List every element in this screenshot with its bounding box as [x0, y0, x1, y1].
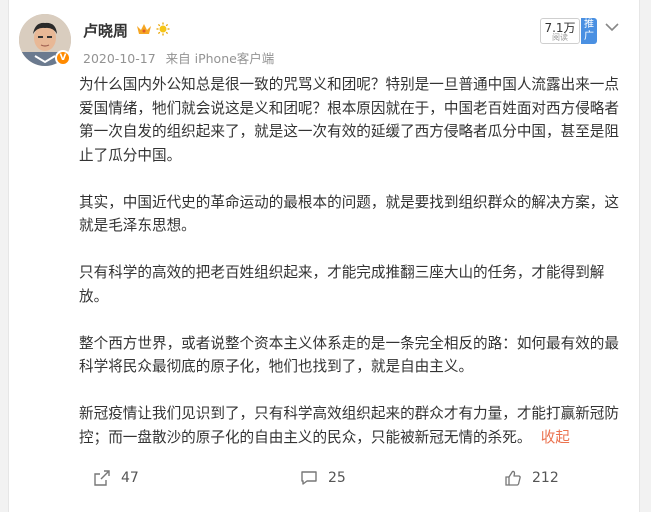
collapse-link[interactable]: 收起 — [541, 429, 570, 446]
repost-button[interactable]: 47 — [93, 466, 139, 490]
verified-badge-icon: V — [55, 50, 71, 66]
username[interactable]: 卢晓周 — [83, 20, 128, 41]
post-body: 为什么国内外公知总是很一致的咒骂义和团呢？特别是一旦普通中国人流露出来一点爱国情… — [79, 73, 629, 449]
sun-badge-icon[interactable] — [156, 22, 170, 36]
post-meta: 2020-10-17 来自 iPhone客户端 — [83, 48, 280, 67]
comment-count: 25 — [328, 470, 346, 486]
repost-icon — [94, 470, 110, 486]
crown-icon[interactable] — [136, 22, 152, 36]
push-button[interactable]: 推广 — [581, 18, 597, 44]
post-paragraph-last: 新冠疫情让我们见识到了，只有科学高效组织起来的群众才有力量，才能打赢新冠防控；而… — [79, 402, 629, 449]
like-count: 212 — [532, 470, 559, 486]
read-count-push[interactable]: 7.1万 阅读 推广 — [540, 18, 600, 46]
post-paragraph: 只有科学的高效的把老百姓组织起来，才能完成推翻三座大山的任务，才能得到解放。 — [79, 264, 605, 305]
chevron-down-icon[interactable] — [605, 22, 619, 32]
comment-button[interactable]: 25 — [300, 466, 346, 490]
post-paragraph: 整个西方世界，或者说整个资本主义体系走的是一条完全相反的路：如何最有效的最科学将… — [79, 334, 619, 376]
post-paragraph: 其实，中国近代史的革命运动的最根本的问题，就是要找到组织群众的解决方案，这就是毛… — [79, 193, 619, 235]
like-icon — [505, 470, 521, 486]
like-button[interactable]: 212 — [504, 466, 559, 490]
comment-icon — [301, 471, 317, 485]
post-paragraph: 新冠疫情让我们见识到了，只有科学高效组织起来的群众才有力量，才能打赢新冠防控；而… — [79, 405, 619, 446]
post-card: V 卢晓周 2020-10-17 来自 iPhone客户端 7.1万 阅读 推广… — [8, 0, 640, 512]
read-label: 阅读 — [552, 33, 568, 42]
post-paragraph: 为什么国内外公知总是很一致的咒骂义和团呢？特别是一旦普通中国人流露出来一点爱国情… — [79, 76, 619, 164]
repost-count: 47 — [121, 470, 139, 486]
action-bar: 47 25 212 — [9, 462, 641, 494]
post-date[interactable]: 2020-10-17 — [83, 51, 156, 66]
post-source: 来自 iPhone客户端 — [165, 51, 275, 66]
